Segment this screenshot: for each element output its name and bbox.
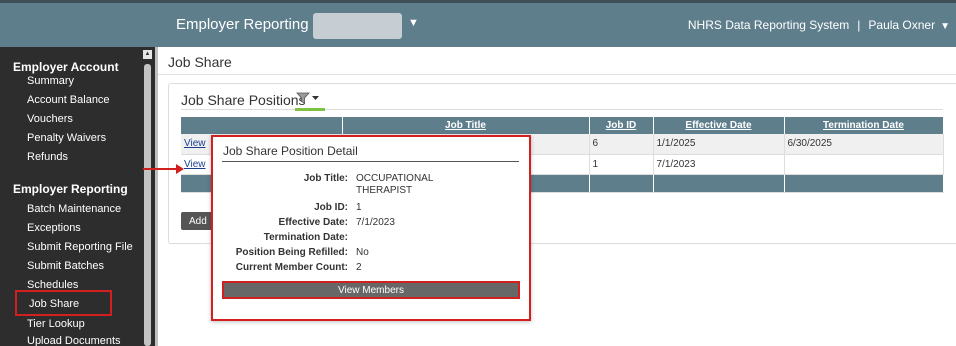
column-header-view [181, 117, 343, 134]
column-header-effective-date[interactable]: Effective Date [653, 117, 785, 134]
field-label-job-title: Job Title: [303, 173, 348, 184]
sidebar-item-exceptions[interactable]: Exceptions [27, 222, 81, 234]
column-header-job-id[interactable]: Job ID [589, 117, 654, 134]
table-header-row: Job Title Job ID Effective Date Terminat… [181, 117, 944, 134]
sidebar-item-tier-lookup[interactable]: Tier Lookup [27, 318, 85, 330]
separator: | [857, 18, 861, 32]
sidebar-item-summary[interactable]: Summary [27, 75, 74, 87]
sidebar-scrollbar[interactable]: ▲ [143, 50, 152, 346]
chevron-down-icon[interactable]: ▼ [940, 21, 950, 32]
arrow-right-icon [176, 164, 184, 174]
view-link[interactable]: View [184, 138, 206, 149]
table-cell: 1/1/2025 [653, 134, 785, 155]
menu-title: Employer Reporting [176, 16, 309, 33]
annotation-arrow [143, 168, 179, 170]
sidebar-divider [155, 47, 158, 346]
divider [222, 161, 519, 162]
sidebar-item-refunds[interactable]: Refunds [27, 151, 68, 163]
system-name: NHRS Data Reporting System [687, 18, 850, 32]
field-value-job-title: OCCUPATIONAL THERAPIST [356, 173, 434, 196]
sidebar-item-penalty-waivers[interactable]: Penalty Waivers [27, 132, 106, 144]
table-cell: 7/1/2023 [653, 154, 785, 175]
sidebar-item-account-balance[interactable]: Account Balance [27, 94, 110, 106]
popup-title: Job Share Position Detail [223, 144, 358, 158]
table-cell: 6/30/2025 [784, 134, 944, 155]
table-cell: 1 [589, 154, 654, 175]
field-label-position-being-refilled: Position Being Refilled: [235, 247, 348, 258]
field-label-current-member-count: Current Member Count: [235, 262, 348, 273]
view-members-button[interactable]: View Members [222, 281, 520, 299]
table-cell [784, 154, 944, 175]
sidebar-item-submit-batches[interactable]: Submit Batches [27, 260, 104, 272]
field-label-termination-date: Termination Date: [263, 232, 348, 243]
employer-reporting-menu[interactable]: Employer Reporting❯ [176, 16, 322, 33]
scroll-thumb[interactable] [144, 64, 151, 346]
field-label-job-id: Job ID: [314, 202, 348, 213]
sidebar-item-job-share[interactable]: Job Share [15, 290, 112, 316]
field-value-effective-date: 7/1/2023 [356, 217, 395, 228]
field-label-effective-date: Effective Date: [278, 217, 348, 228]
table-cell: 6 [589, 134, 654, 155]
page-title: Job Share [168, 54, 232, 70]
top-navigation-bar: Employer Reporting❯ ▼ NHRS Data Reportin… [0, 0, 956, 47]
view-link[interactable]: View [184, 159, 206, 170]
sidebar-heading-employer-account: Employer Account [13, 60, 119, 74]
panel-title: Job Share Positions [181, 92, 306, 108]
column-header-job-title[interactable]: Job Title [342, 117, 590, 134]
employer-select[interactable] [313, 13, 402, 39]
sidebar-item-batch-maintenance[interactable]: Batch Maintenance [27, 203, 121, 215]
divider [158, 74, 956, 75]
sidebar-item-upload-documents[interactable]: Upload Documents [27, 335, 121, 346]
filter-underline [295, 108, 325, 111]
user-name[interactable]: Paula Oxner [868, 18, 935, 32]
sidebar-item-vouchers[interactable]: Vouchers [27, 113, 73, 125]
field-value-job-id: 1 [356, 202, 362, 213]
user-area: NHRS Data Reporting System | Paula Oxner ▼ [688, 18, 950, 32]
sidebar-item-submit-reporting-file[interactable]: Submit Reporting File [27, 241, 133, 253]
sidebar-heading-employer-reporting: Employer Reporting [13, 182, 128, 196]
filter-icon[interactable] [296, 92, 320, 107]
field-value-current-member-count: 2 [356, 262, 362, 273]
chevron-down-icon[interactable]: ▼ [408, 17, 419, 29]
scroll-up-icon[interactable]: ▲ [143, 50, 152, 59]
field-value-position-being-refilled: No [356, 247, 369, 258]
column-header-termination-date[interactable]: Termination Date [784, 117, 944, 134]
